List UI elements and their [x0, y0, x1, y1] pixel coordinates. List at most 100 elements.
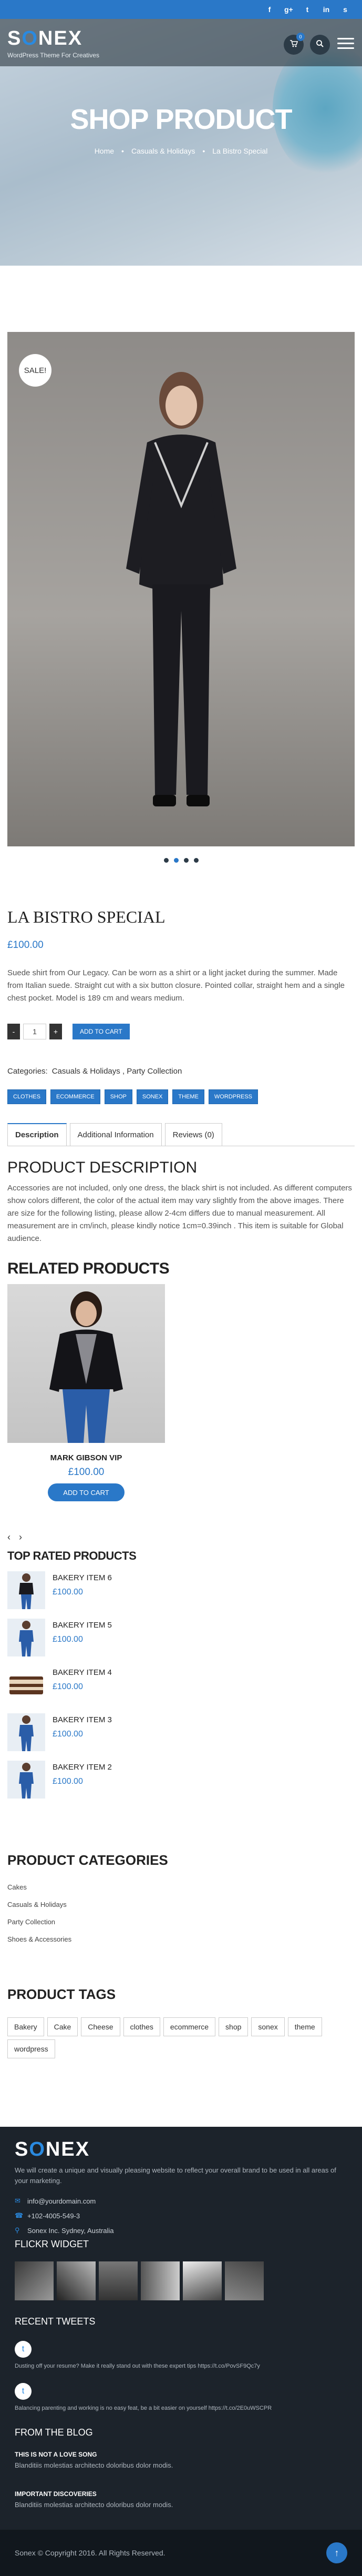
- tweet-text[interactable]: Dusting off your resume? Make it really …: [15, 2363, 347, 2369]
- tag-cloud-item[interactable]: Cake: [47, 2017, 78, 2036]
- flickr-gallery: [15, 2261, 347, 2300]
- related-product-name[interactable]: MARK GIBSON VIP: [7, 1453, 165, 1462]
- product-short-description: Suede shirt from Our Legacy. Can be worn…: [7, 968, 345, 1003]
- google-plus-icon[interactable]: g+: [284, 5, 293, 14]
- footer-address-text: Sonex Inc. Sydney, Australia: [27, 2226, 114, 2235]
- tag-sonex[interactable]: SONEX: [136, 1089, 169, 1104]
- back-to-top-icon[interactable]: ↑: [326, 2542, 347, 2563]
- logo-letter-o: O: [22, 27, 38, 49]
- skype-icon[interactable]: s: [341, 5, 349, 14]
- tab-description[interactable]: Description: [7, 1123, 67, 1146]
- tag-cloud-item[interactable]: wordpress: [7, 2039, 55, 2058]
- tag-wordpress[interactable]: WORDPRESS: [208, 1089, 258, 1104]
- category-link[interactable]: Shoes & Accessories: [7, 1935, 355, 1953]
- footer-logo-o: O: [29, 2138, 46, 2160]
- tag-cloud-item[interactable]: ecommerce: [163, 2017, 216, 2036]
- categories-links[interactable]: Casuals & Holidays , Party Collection: [52, 1067, 182, 1076]
- tag-cloud-item[interactable]: sonex: [251, 2017, 285, 2036]
- location-icon: ⚲: [15, 2226, 20, 2234]
- quantity-stepper: - 1 + ADD TO CART: [7, 1024, 355, 1039]
- tab-additional-information[interactable]: Additional Information: [69, 1123, 162, 1146]
- category-link[interactable]: Casuals & Holidays: [7, 1901, 355, 1918]
- footer-email: ✉ info@yourdomain.com: [15, 2197, 347, 2205]
- product-image-gallery[interactable]: SALE!: [7, 332, 355, 846]
- chevron-left-icon[interactable]: ‹: [7, 1532, 11, 1543]
- footer-logo[interactable]: SONEX: [15, 2138, 347, 2161]
- flickr-photo[interactable]: [99, 2261, 138, 2300]
- categories-label: Categories:: [7, 1067, 48, 1076]
- list-item[interactable]: BAKERY ITEM 2 £100.00: [7, 1761, 355, 1800]
- breadcrumb-current: La Bistro Special: [212, 147, 268, 155]
- gallery-dot-active[interactable]: [173, 858, 179, 863]
- site-tagline: WordPress Theme For Creatives: [7, 52, 99, 59]
- product-name[interactable]: BAKERY ITEM 6: [53, 1573, 112, 1582]
- tag-cloud-item[interactable]: shop: [219, 2017, 249, 2036]
- description-heading: PRODUCT DESCRIPTION: [7, 1159, 198, 1176]
- phone-icon: ☎: [15, 2211, 24, 2219]
- related-product-image[interactable]: [7, 1284, 165, 1443]
- search-icon: [316, 39, 324, 50]
- recent-tweets-heading: RECENT TWEETS: [15, 2316, 96, 2327]
- tag-theme[interactable]: THEME: [172, 1089, 204, 1104]
- quantity-input[interactable]: 1: [23, 1024, 46, 1039]
- list-item[interactable]: BAKERY ITEM 5 £100.00: [7, 1619, 355, 1658]
- product-name[interactable]: BAKERY ITEM 2: [53, 1763, 112, 1772]
- list-item[interactable]: BAKERY ITEM 4 £100.00: [7, 1666, 355, 1705]
- from-the-blog-heading: FROM THE BLOG: [15, 2427, 93, 2438]
- tweet-item: t Dusting off your resume? Make it reall…: [15, 2341, 347, 2369]
- flickr-photo[interactable]: [15, 2261, 54, 2300]
- product-price: £100.00: [53, 1777, 83, 1786]
- cart-button[interactable]: 0: [284, 33, 305, 55]
- chevron-right-icon[interactable]: ›: [19, 1532, 22, 1543]
- tag-cloud-item[interactable]: theme: [287, 2017, 322, 2036]
- tab-reviews[interactable]: Reviews (0): [164, 1123, 222, 1146]
- add-to-cart-button[interactable]: ADD TO CART: [73, 1024, 130, 1039]
- facebook-icon[interactable]: f: [265, 5, 274, 14]
- gallery-dot[interactable]: [193, 858, 199, 863]
- twitter-icon[interactable]: t: [303, 5, 312, 14]
- tag-cloud-item[interactable]: Cheese: [81, 2017, 120, 2036]
- list-item[interactable]: BAKERY ITEM 3 £100.00: [7, 1713, 355, 1752]
- product-name[interactable]: BAKERY ITEM 5: [53, 1621, 112, 1630]
- footer-phone-text: +102-4005-549-3: [27, 2211, 80, 2220]
- related-add-to-cart-button[interactable]: ADD TO CART: [48, 1483, 125, 1501]
- gallery-dot[interactable]: [163, 858, 169, 863]
- gallery-dot[interactable]: [183, 858, 189, 863]
- tag-cloud-item[interactable]: Bakery: [7, 2017, 44, 2036]
- tag-cloud: Bakery Cake Cheese clothes ecommerce sho…: [7, 2017, 355, 2058]
- product-name[interactable]: BAKERY ITEM 4: [53, 1668, 112, 1677]
- flickr-photo[interactable]: [57, 2261, 96, 2300]
- search-button[interactable]: [310, 35, 330, 55]
- product-title: LA BISTRO SPECIAL: [7, 907, 166, 926]
- linkedin-icon[interactable]: in: [322, 5, 330, 14]
- carousel-arrows: ‹ ›: [7, 1532, 355, 1543]
- footer-bottom-bar: Sonex © Copyright 2016. All Rights Reser…: [0, 2530, 362, 2576]
- tag-cloud-item[interactable]: clothes: [123, 2017, 160, 2036]
- quantity-increase-button[interactable]: +: [49, 1024, 62, 1039]
- category-link[interactable]: Party Collection: [7, 1918, 355, 1935]
- category-link[interactable]: Cakes: [7, 1883, 355, 1901]
- product-categories-line: Categories: Casuals & Holidays , Party Co…: [7, 1067, 355, 1076]
- flickr-photo[interactable]: [183, 2261, 222, 2300]
- top-rated-heading: TOP RATED PRODUCTS: [7, 1549, 137, 1562]
- flickr-photo[interactable]: [141, 2261, 180, 2300]
- product-price: £100.00: [53, 1635, 83, 1644]
- blog-post-title[interactable]: IMPORTANT DISCOVERIES: [15, 2490, 347, 2498]
- breadcrumb-home[interactable]: Home: [95, 147, 114, 155]
- tweet-text[interactable]: Balancing parenting and working is no ea…: [15, 2405, 347, 2411]
- main-content: SALE! LA BISTRO SPECIAL £100.00 Suede sh…: [0, 332, 362, 2058]
- product-name[interactable]: BAKERY ITEM 3: [53, 1715, 112, 1724]
- site-logo[interactable]: SONEX: [7, 27, 82, 50]
- breadcrumb-category[interactable]: Casuals & Holidays: [131, 147, 195, 155]
- footer-phone: ☎ +102-4005-549-3: [15, 2211, 347, 2220]
- footer-email-link[interactable]: info@yourdomain.com: [27, 2197, 96, 2205]
- tag-clothes[interactable]: CLOTHES: [7, 1089, 46, 1104]
- list-item[interactable]: BAKERY ITEM 6 £100.00: [7, 1571, 355, 1610]
- flickr-photo[interactable]: [225, 2261, 264, 2300]
- hamburger-menu-icon[interactable]: [337, 38, 354, 52]
- twitter-bird-icon: t: [15, 2341, 32, 2358]
- quantity-decrease-button[interactable]: -: [7, 1024, 20, 1039]
- blog-post-title[interactable]: THIS IS NOT A LOVE SONG: [15, 2451, 347, 2458]
- tag-shop[interactable]: SHOP: [104, 1089, 132, 1104]
- tag-ecommerce[interactable]: ECOMMERCE: [50, 1089, 100, 1104]
